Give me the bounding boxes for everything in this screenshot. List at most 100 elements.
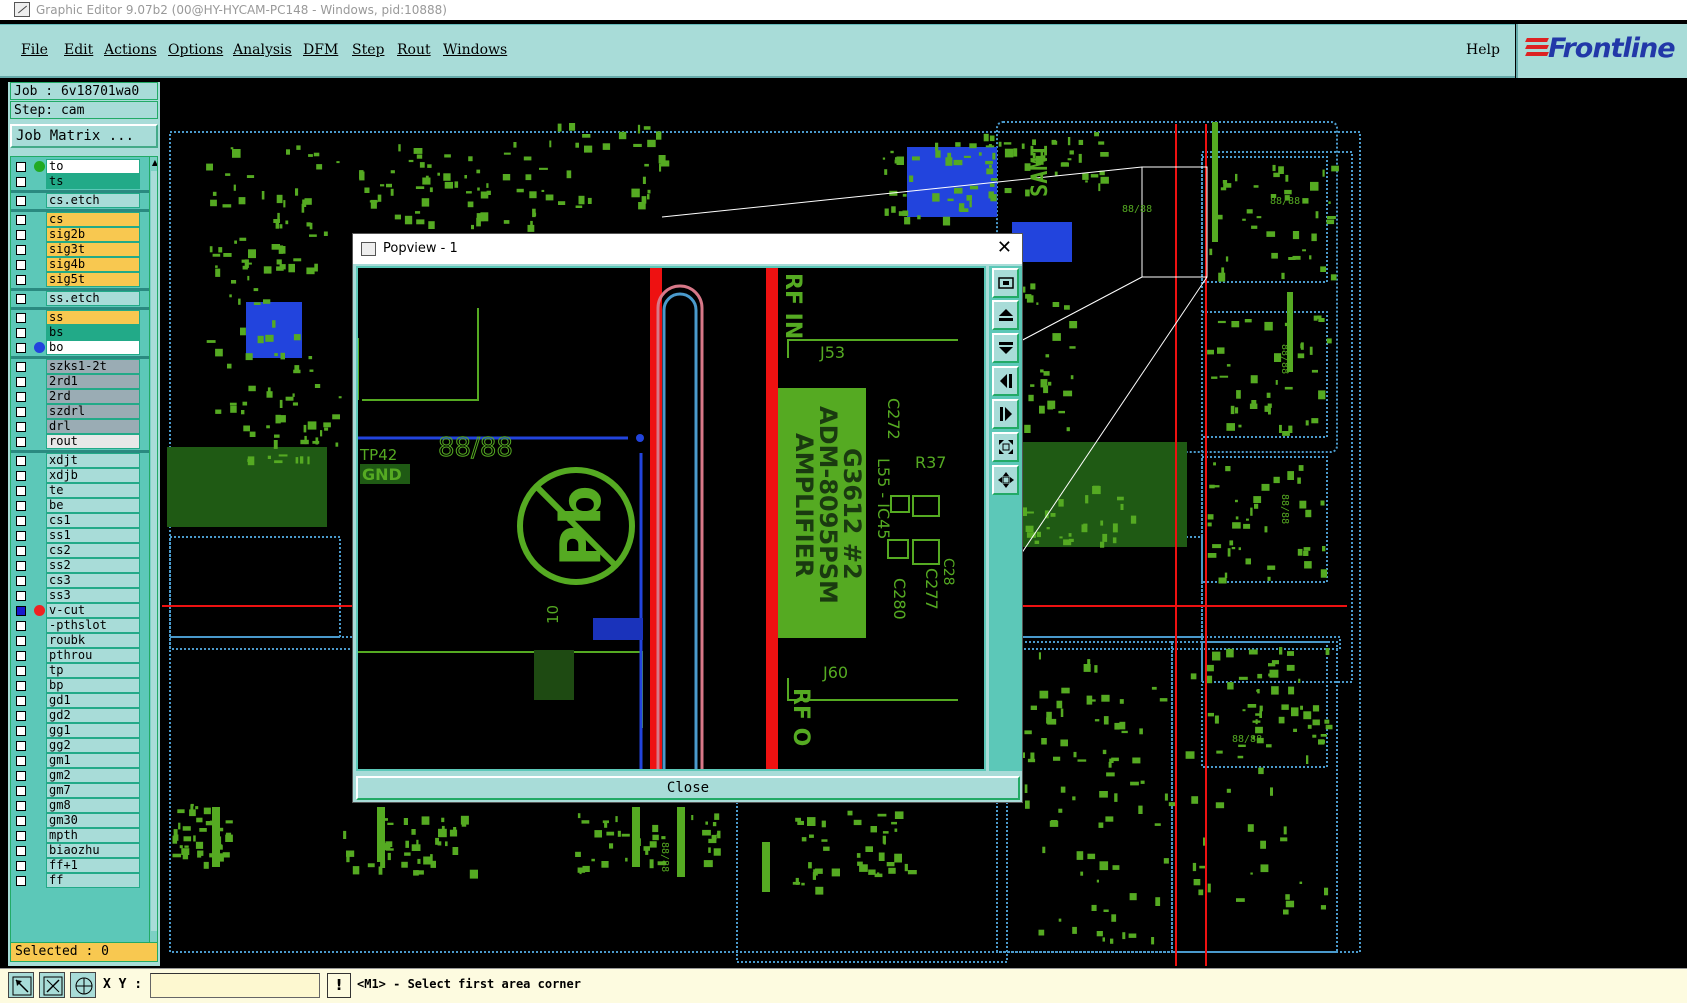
layer-row[interactable]: cs1 bbox=[11, 513, 149, 528]
layer-row[interactable]: 2rd1 bbox=[11, 374, 149, 389]
layer-row[interactable]: gg2 bbox=[11, 738, 149, 753]
layer-row[interactable]: pthrou bbox=[11, 648, 149, 663]
layer-checkbox[interactable] bbox=[16, 392, 26, 402]
layer-checkbox[interactable] bbox=[16, 846, 26, 856]
layer-checkbox[interactable] bbox=[16, 196, 26, 206]
layer-name[interactable]: mpth bbox=[46, 828, 140, 843]
menu-file[interactable]: File bbox=[21, 42, 48, 58]
layer-name[interactable]: -pthslot bbox=[46, 618, 140, 633]
layer-name[interactable]: cs3 bbox=[46, 573, 140, 588]
layer-checkbox[interactable] bbox=[16, 516, 26, 526]
layer-name[interactable]: sig4b bbox=[46, 257, 140, 272]
layer-row[interactable]: -pthslot bbox=[11, 618, 149, 633]
popview-zoom-view[interactable]: Pb RF IN J53 C272 R37 TP42 GND 88/88 G36… bbox=[356, 266, 986, 771]
menu-help[interactable]: Help bbox=[1466, 42, 1500, 58]
layer-row[interactable]: szks1-2t bbox=[11, 359, 149, 374]
layer-row[interactable]: gm1 bbox=[11, 753, 149, 768]
layer-name[interactable]: szks1-2t bbox=[46, 359, 140, 374]
layer-name[interactable]: gg2 bbox=[46, 738, 140, 753]
layer-row[interactable]: sig2b bbox=[11, 227, 149, 242]
layer-row[interactable]: gm30 bbox=[11, 813, 149, 828]
layer-checkbox[interactable] bbox=[16, 561, 26, 571]
layer-row[interactable]: gg1 bbox=[11, 723, 149, 738]
layer-checkbox[interactable] bbox=[16, 486, 26, 496]
layer-name[interactable]: cs1 bbox=[46, 513, 140, 528]
layer-row[interactable]: gd1 bbox=[11, 693, 149, 708]
layer-checkbox[interactable] bbox=[16, 501, 26, 511]
layer-checkbox[interactable] bbox=[16, 816, 26, 826]
menu-edit[interactable]: Edit bbox=[64, 42, 93, 58]
layer-row[interactable]: mpth bbox=[11, 828, 149, 843]
layer-name[interactable]: pthrou bbox=[46, 648, 140, 663]
layer-checkbox[interactable] bbox=[16, 313, 26, 323]
scroll-up-icon[interactable]: ▲ bbox=[151, 158, 157, 168]
layer-checkbox[interactable] bbox=[16, 771, 26, 781]
layer-checkbox[interactable] bbox=[16, 756, 26, 766]
layer-row[interactable]: roubk bbox=[11, 633, 149, 648]
layer-checkbox[interactable] bbox=[16, 666, 26, 676]
layer-row[interactable]: ff bbox=[11, 873, 149, 888]
layer-name[interactable]: ts bbox=[46, 174, 140, 189]
layer-checkbox[interactable] bbox=[16, 861, 26, 871]
layer-checkbox[interactable] bbox=[16, 456, 26, 466]
layer-row[interactable]: gm7 bbox=[11, 783, 149, 798]
layer-checkbox[interactable] bbox=[16, 831, 26, 841]
layer-checkbox[interactable] bbox=[16, 576, 26, 586]
layer-row[interactable]: ss1 bbox=[11, 528, 149, 543]
layer-row[interactable]: cs3 bbox=[11, 573, 149, 588]
layer-checkbox[interactable] bbox=[16, 606, 26, 616]
layer-name[interactable]: ff bbox=[46, 873, 140, 888]
layer-name[interactable]: cs.etch bbox=[46, 193, 140, 208]
layer-row[interactable]: ss2 bbox=[11, 558, 149, 573]
select-mode-icon[interactable] bbox=[8, 972, 34, 998]
layer-name[interactable]: bp bbox=[46, 678, 140, 693]
layer-name[interactable]: ss.etch bbox=[46, 291, 140, 306]
layer-row[interactable]: tp bbox=[11, 663, 149, 678]
layer-row[interactable]: cs.etch bbox=[11, 193, 149, 208]
layer-name[interactable]: ss2 bbox=[46, 558, 140, 573]
layer-row[interactable]: sig3t bbox=[11, 242, 149, 257]
layer-checkbox[interactable] bbox=[16, 422, 26, 432]
layer-checkbox[interactable] bbox=[16, 162, 26, 172]
layer-row[interactable]: bo bbox=[11, 340, 149, 355]
layer-name[interactable]: gm2 bbox=[46, 768, 140, 783]
xy-input[interactable] bbox=[150, 973, 320, 998]
layer-row[interactable]: xdjb bbox=[11, 468, 149, 483]
layer-checkbox[interactable] bbox=[16, 621, 26, 631]
layer-row[interactable]: to bbox=[11, 159, 149, 174]
layer-row[interactable]: sig4b bbox=[11, 257, 149, 272]
pan-left-icon[interactable] bbox=[992, 366, 1019, 396]
layer-checkbox[interactable] bbox=[16, 696, 26, 706]
layer-name[interactable]: bs bbox=[46, 325, 140, 340]
layer-name[interactable]: be bbox=[46, 498, 140, 513]
layer-row[interactable]: be bbox=[11, 498, 149, 513]
job-matrix-button[interactable]: Job Matrix ... bbox=[10, 124, 158, 148]
layer-name[interactable]: gm7 bbox=[46, 783, 140, 798]
layer-name[interactable]: v-cut bbox=[46, 603, 140, 618]
layer-row[interactable]: biaozhu bbox=[11, 843, 149, 858]
layer-checkbox[interactable] bbox=[16, 177, 26, 187]
layer-row[interactable]: 2rd bbox=[11, 389, 149, 404]
layer-checkbox[interactable] bbox=[16, 531, 26, 541]
layer-checkbox[interactable] bbox=[16, 591, 26, 601]
menu-analysis[interactable]: Analysis bbox=[233, 42, 292, 58]
layer-row[interactable]: gd2 bbox=[11, 708, 149, 723]
menu-step[interactable]: Step bbox=[352, 42, 384, 58]
layer-checkbox[interactable] bbox=[16, 260, 26, 270]
layer-name[interactable]: tp bbox=[46, 663, 140, 678]
pan-up-icon[interactable] bbox=[992, 300, 1019, 330]
layer-row[interactable]: ff+1 bbox=[11, 858, 149, 873]
menu-rout[interactable]: Rout bbox=[397, 42, 431, 58]
layer-name[interactable]: 2rd1 bbox=[46, 374, 140, 389]
layer-row[interactable]: ss bbox=[11, 310, 149, 325]
layer-row[interactable]: cs2 bbox=[11, 543, 149, 558]
layer-name[interactable]: rout bbox=[46, 434, 140, 449]
layer-name[interactable]: sig3t bbox=[46, 242, 140, 257]
pan-down-icon[interactable] bbox=[992, 333, 1019, 363]
layer-row[interactable]: cs bbox=[11, 212, 149, 227]
zoom-out-icon[interactable] bbox=[992, 465, 1019, 495]
layer-checkbox[interactable] bbox=[16, 681, 26, 691]
layer-row[interactable]: ss.etch bbox=[11, 291, 149, 306]
layer-checkbox[interactable] bbox=[16, 546, 26, 556]
layer-name[interactable]: to bbox=[46, 159, 140, 174]
